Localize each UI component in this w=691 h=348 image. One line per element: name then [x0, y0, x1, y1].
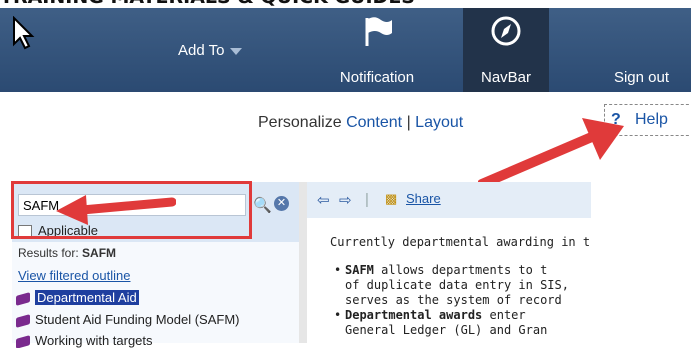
results-prefix: Results for: [18, 246, 79, 260]
bullet-continuation: General Ledger (GL) and Gran [345, 323, 548, 337]
clear-icon[interactable]: ✕ [274, 196, 289, 211]
book-icon [16, 313, 30, 328]
notification-label: Notification [339, 69, 415, 86]
personalize-bar: Personalize Content | Layout [258, 114, 463, 132]
caret-down-icon [230, 47, 243, 55]
bullet-text: enter [482, 308, 526, 322]
content-pane: ⇦ ⇨ | ▩ Share Currently departmental awa… [307, 182, 591, 343]
help-label: Help [635, 111, 668, 128]
toolbar-separator: | [365, 191, 369, 208]
share-link[interactable]: Share [406, 191, 441, 206]
personalize-separator: | [406, 114, 411, 131]
results-caption: Results for: SAFM [18, 246, 116, 260]
intro-text: Currently departmental awarding in t [330, 235, 591, 249]
results-term: SAFM [82, 246, 117, 260]
pane-splitter[interactable] [299, 182, 307, 343]
share-icon[interactable]: ▩ [385, 191, 397, 207]
view-filtered-outline-link[interactable]: View filtered outline [18, 268, 131, 283]
tree-item-safm[interactable]: Student Aid Funding Model (SAFM) [16, 312, 240, 328]
content-toolbar: ⇦ ⇨ | ▩ Share [307, 182, 591, 218]
notification-button[interactable]: Notification [322, 8, 432, 92]
compass-icon [489, 14, 523, 52]
page-heading: TRAINING MATERIALS & QUICK GUIDES [0, 0, 691, 8]
add-to-menu[interactable]: Add To [178, 42, 243, 59]
navbar-label: NavBar [480, 69, 532, 86]
tree-item-label: Working with targets [35, 333, 153, 348]
book-icon [16, 334, 30, 348]
annotation-arrow-help [478, 118, 624, 189]
book-icon [16, 291, 30, 306]
bullet-bold: SAFM [345, 263, 374, 277]
tree-item-label: Student Aid Funding Model (SAFM) [35, 312, 240, 327]
add-to-label: Add To [178, 42, 225, 59]
sign-out-label: Sign out [613, 69, 670, 86]
bullet-dot: • [334, 308, 342, 322]
flag-icon [360, 14, 394, 52]
tree-item-label: Departmental Aid [35, 290, 139, 305]
bullet-item: • SAFM allows departments to t [334, 263, 548, 277]
content-body: Currently departmental awarding in t • SA… [307, 218, 591, 343]
search-icon[interactable]: 🔍 [253, 196, 272, 214]
tree-item-departmental-aid[interactable]: Departmental Aid [16, 290, 139, 306]
cursor-icon [12, 15, 36, 55]
annotation-arrow-search [56, 195, 176, 225]
sign-out-button[interactable]: Sign out [592, 8, 691, 92]
top-navigation-bar: Add To Notification NavBar Sign out [0, 8, 691, 92]
forward-arrow-icon[interactable]: ⇨ [339, 191, 352, 209]
layout-link[interactable]: Layout [415, 114, 463, 131]
bullet-item: • Departmental awards enter [334, 308, 526, 322]
personalize-label: Personalize [258, 114, 342, 131]
navbar-button[interactable]: NavBar [463, 8, 549, 92]
bullet-continuation: serves as the system of record [345, 293, 562, 307]
bullet-text: allows departments to t [373, 263, 548, 277]
tree-item-working-with-targets[interactable]: Working with targets [16, 333, 153, 348]
content-link[interactable]: Content [346, 114, 402, 131]
bullet-dot: • [334, 263, 342, 277]
back-arrow-icon[interactable]: ⇦ [317, 191, 330, 209]
bullet-continuation: of duplicate data entry in SIS, [345, 278, 569, 292]
bullet-bold: Departmental awards [345, 308, 483, 322]
